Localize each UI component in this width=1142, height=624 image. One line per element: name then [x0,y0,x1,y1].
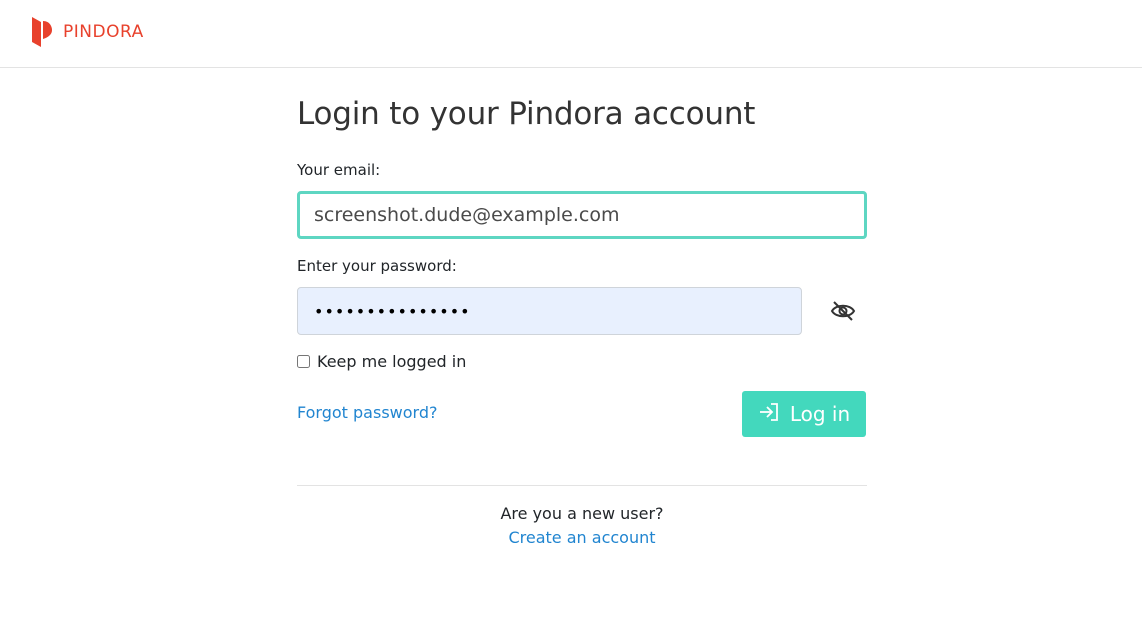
login-button[interactable]: Log in [742,391,866,437]
create-account-row: Create an account [297,528,867,547]
keep-logged-in-row: Keep me logged in [297,352,466,371]
forgot-password-link[interactable]: Forgot password? [297,403,437,422]
keep-logged-in-checkbox[interactable] [297,355,310,368]
login-button-label: Log in [789,402,851,426]
keep-logged-in-label[interactable]: Keep me logged in [317,352,466,371]
pindora-logo-icon [31,16,53,48]
top-bar: PINDORA [0,0,1142,68]
email-label: Your email: [297,161,381,179]
brand-logo-link[interactable]: PINDORA [31,16,144,48]
page-title: Login to your Pindora account [297,96,756,132]
create-account-link[interactable]: Create an account [508,528,655,547]
password-field[interactable] [297,287,802,335]
divider [297,485,867,486]
email-field[interactable] [297,191,867,239]
brand-name: PINDORA [63,22,144,42]
new-user-prompt: Are you a new user? [500,504,664,523]
password-label: Enter your password: [297,257,457,275]
toggle-password-visibility-button[interactable] [825,298,861,326]
eye-slash-icon [830,300,856,325]
sign-in-icon [758,402,780,427]
